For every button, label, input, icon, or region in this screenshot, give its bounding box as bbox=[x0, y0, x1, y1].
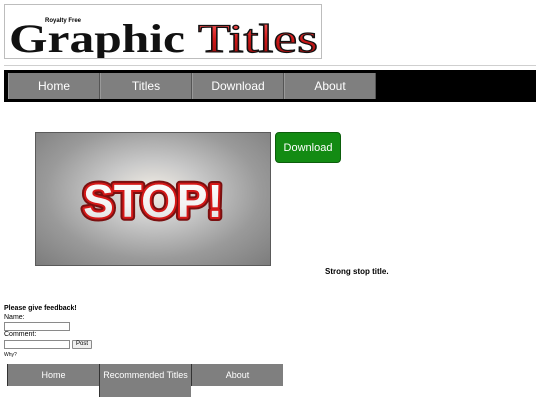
footer-nav-about[interactable]: About bbox=[191, 364, 283, 386]
comment-input[interactable] bbox=[4, 339, 70, 349]
post-button[interactable]: Post bbox=[72, 339, 93, 349]
stop-text: STOP! bbox=[83, 175, 223, 227]
header-divider bbox=[4, 65, 536, 66]
name-input[interactable] bbox=[4, 322, 70, 331]
feedback-form: Please give feedback! Name: Comment: Pos… bbox=[4, 305, 93, 360]
stop-title-image: STOP! STOP! bbox=[35, 132, 271, 266]
logo-word-titles: Titles bbox=[198, 16, 318, 58]
comment-row: Post bbox=[4, 339, 93, 349]
footer-nav: Home Recommended Titles About bbox=[7, 364, 283, 398]
name-label: Name: bbox=[4, 313, 25, 321]
footer-nav-recommended-titles[interactable]: Recommended Titles bbox=[99, 364, 191, 397]
why-link[interactable]: Why? bbox=[4, 351, 92, 360]
nav-item-about[interactable]: About bbox=[284, 73, 376, 99]
logo-graphic: Royalty Free Graphic Titles bbox=[9, 15, 319, 58]
stop-title-graphic: STOP! STOP! bbox=[79, 171, 227, 231]
footer-nav-home[interactable]: Home bbox=[7, 364, 99, 386]
download-button[interactable]: Download bbox=[275, 132, 341, 163]
nav-item-download[interactable]: Download bbox=[192, 73, 284, 99]
feedback-heading: Please give feedback! bbox=[4, 305, 77, 312]
nav-item-titles[interactable]: Titles bbox=[100, 73, 192, 99]
site-logo[interactable]: Royalty Free Graphic Titles bbox=[4, 4, 322, 59]
main-nav: Home Titles Download About bbox=[4, 70, 536, 102]
nav-item-home[interactable]: Home bbox=[8, 73, 100, 99]
logo-word-graphic: Graphic bbox=[9, 16, 185, 58]
image-caption: Strong stop title. bbox=[325, 267, 389, 276]
comment-label: Comment: bbox=[4, 331, 37, 338]
